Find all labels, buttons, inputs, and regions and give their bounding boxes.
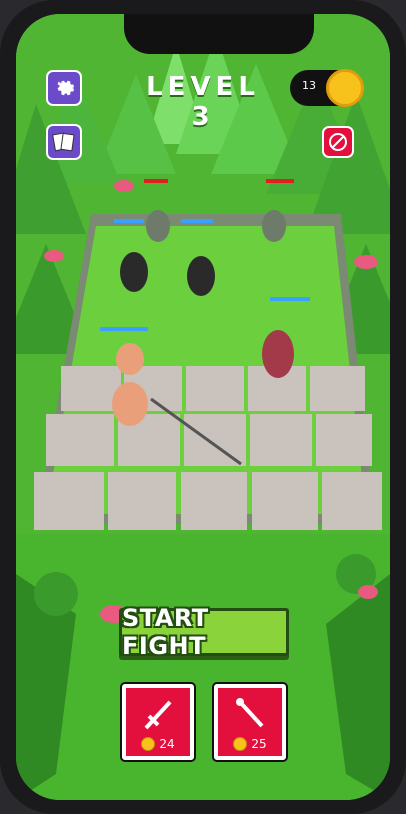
coin-counter: 13 xyxy=(290,69,364,107)
start-fight-label: START FIGHT xyxy=(122,604,209,660)
wand-price-value: 25 xyxy=(251,737,267,751)
phone-frame: LEVEL 3 13 START FIGHT 24 25 xyxy=(0,0,406,814)
sword-price-value: 24 xyxy=(159,737,175,751)
battle-grid xyxy=(34,366,382,530)
buy-sword-card[interactable]: 24 xyxy=(122,684,194,760)
start-fight-button[interactable]: START FIGHT xyxy=(119,604,289,660)
gear-icon xyxy=(57,80,75,96)
coin-icon xyxy=(233,737,248,751)
settings-button[interactable] xyxy=(46,70,82,106)
no-ads-icon xyxy=(329,133,347,151)
coin-icon xyxy=(141,737,156,751)
sword-icon xyxy=(144,700,172,730)
coin-count: 13 xyxy=(302,79,316,92)
buy-wand-card[interactable]: 25 xyxy=(214,684,286,760)
cards-icon xyxy=(52,132,75,152)
no-ads-button[interactable] xyxy=(322,126,354,158)
wand-price: 25 xyxy=(218,737,282,751)
phone-notch xyxy=(124,14,314,54)
magic-wand-icon xyxy=(236,698,264,728)
cards-button[interactable] xyxy=(46,124,82,160)
sword-price: 24 xyxy=(126,737,190,751)
coin-icon xyxy=(326,69,364,107)
level-label: LEVEL 3 xyxy=(146,72,260,132)
game-screen: LEVEL 3 13 START FIGHT 24 25 xyxy=(16,14,390,800)
